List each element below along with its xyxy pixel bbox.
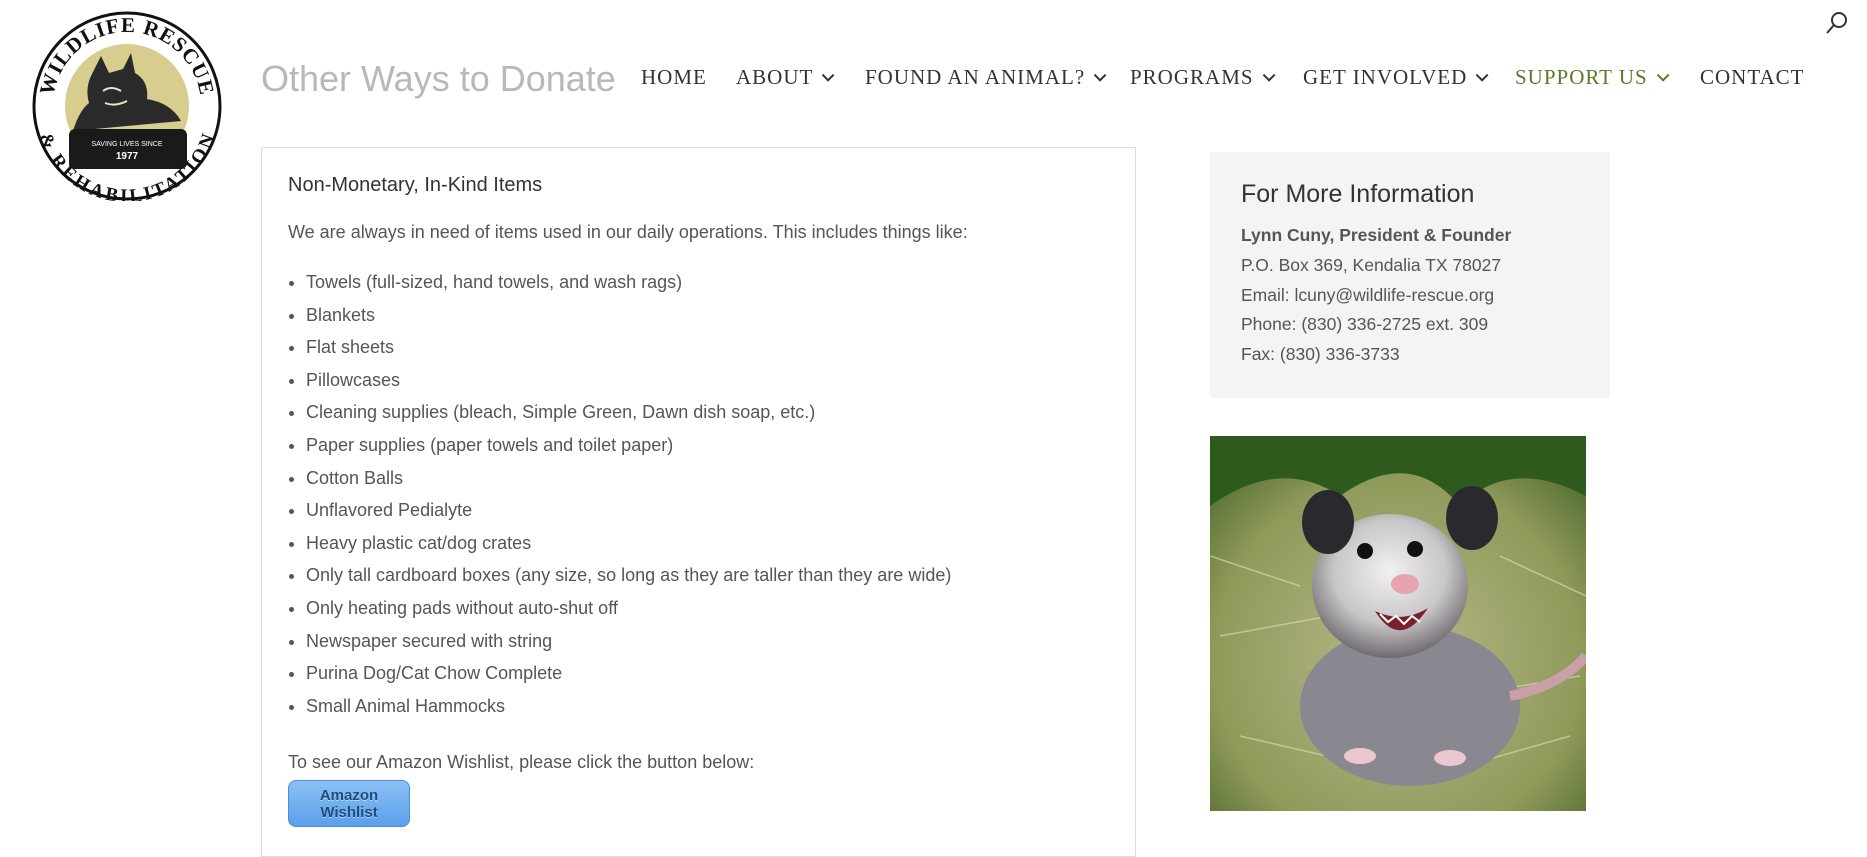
intro-text: We are always in need of items used in o… <box>288 222 968 242</box>
wishlist-text: To see our Amazon Wishlist, please click… <box>288 752 755 772</box>
info-heading: For More Information <box>1241 180 1475 208</box>
list-item: Flat sheets <box>306 331 951 364</box>
search-icon[interactable] <box>1824 10 1850 36</box>
nav-home[interactable]: HOME <box>641 65 707 90</box>
list-item: Newspaper secured with string <box>306 625 951 658</box>
chevron-down-icon <box>1656 68 1670 82</box>
list-item: Cleaning supplies (bleach, Simple Green,… <box>306 396 951 429</box>
section-heading: Non-Monetary, In-Kind Items <box>288 174 543 196</box>
nav-get-involved-label: GET INVOLVED <box>1303 65 1468 89</box>
chevron-down-icon <box>1262 68 1275 82</box>
nav-found-an-animal-label: FOUND AN ANIMAL? <box>865 65 1086 89</box>
nav-contact[interactable]: CONTACT <box>1700 65 1804 90</box>
page-title: Other Ways to Donate <box>261 58 616 99</box>
list-item: Only heating pads without auto-shut off <box>306 592 951 625</box>
chevron-down-icon <box>822 68 835 82</box>
nav-support-us-label: SUPPORT US <box>1515 65 1648 89</box>
nav-contact-label: CONTACT <box>1700 65 1805 89</box>
nav-programs-label: PROGRAMS <box>1130 65 1254 89</box>
amazon-wishlist-button[interactable]: Amazon Wishlist <box>288 780 410 827</box>
nav-home-label: HOME <box>641 65 707 89</box>
nav-get-involved[interactable]: GET INVOLVED <box>1303 65 1489 90</box>
contact-name: Lynn Cuny, President & Founder <box>1241 225 1512 245</box>
contact-phone: Phone: (830) 336-2725 ext. 309 <box>1241 314 1489 335</box>
list-item: Only tall cardboard boxes (any size, so … <box>306 559 951 592</box>
more-info-box: For More Information Lynn Cuny, Presiden… <box>1210 152 1610 398</box>
logo-tagline: SAVING LIVES SINCE <box>91 141 162 148</box>
contact-email: Email: lcuny@wildlife-rescue.org <box>1241 284 1495 305</box>
list-item: Small Animal Hammocks <box>306 690 951 723</box>
list-item: Heavy plastic cat/dog crates <box>306 527 951 560</box>
list-item: Unflavored Pedialyte <box>306 494 951 527</box>
nav-programs[interactable]: PROGRAMS <box>1130 65 1275 90</box>
in-kind-items-card: Non-Monetary, In-Kind Items We are alway… <box>261 147 1136 857</box>
list-item: Cotton Balls <box>306 462 951 495</box>
chevron-down-icon <box>1475 68 1489 82</box>
logo-year: 1977 <box>116 151 139 162</box>
list-item: Purina Dog/Cat Chow Complete <box>306 657 951 690</box>
list-item: Blankets <box>306 299 951 332</box>
chevron-down-icon <box>1093 68 1107 82</box>
nav-support-us[interactable]: SUPPORT US <box>1515 65 1670 90</box>
nav-about-label: ABOUT <box>736 65 814 89</box>
nav-about[interactable]: ABOUT <box>736 65 835 90</box>
contact-address: P.O. Box 369, Kendalia TX 78027 <box>1241 254 1502 275</box>
list-item: Pillowcases <box>306 364 951 397</box>
opossum-photo <box>1209 436 1590 811</box>
contact-fax: Fax: (830) 336-3733 <box>1241 344 1400 365</box>
site-logo[interactable]: SAVING LIVES SINCE 1977 WILDLIFE RESCUE … <box>31 11 223 207</box>
list-item: Paper supplies (paper towels and toilet … <box>306 429 951 462</box>
list-item: Towels (full-sized, hand towels, and was… <box>306 266 951 299</box>
nav-found-an-animal[interactable]: FOUND AN ANIMAL? <box>865 65 1107 90</box>
items-list: Towels (full-sized, hand towels, and was… <box>288 266 951 722</box>
